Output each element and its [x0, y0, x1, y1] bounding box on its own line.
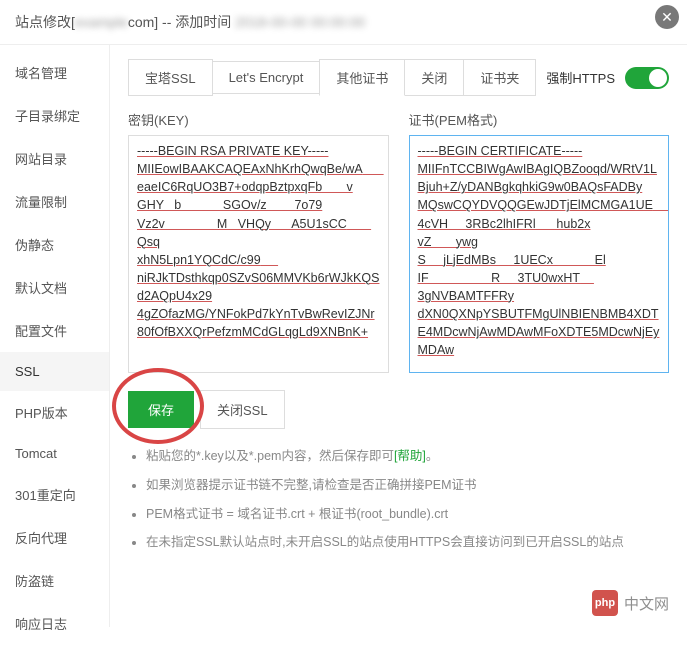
tab-lets-encrypt[interactable]: Let's Encrypt — [212, 61, 321, 94]
tab-bt-ssl[interactable]: 宝塔SSL — [128, 59, 213, 96]
key-column: 密钥(KEY) — [128, 110, 389, 376]
modal-title: 站点修改[examplecom] -- 添加时间 2018-00-00 00:0… — [15, 12, 365, 32]
sidebar-item-proxy[interactable]: 反向代理 — [0, 516, 109, 559]
modal-header: 站点修改[examplecom] -- 添加时间 2018-00-00 00:0… — [0, 0, 687, 45]
force-https-wrap: 强制HTTPS — [546, 67, 669, 89]
cert-input[interactable] — [409, 135, 670, 373]
cert-label: 证书(PEM格式) — [409, 110, 670, 129]
sidebar-item-tomcat[interactable]: Tomcat — [0, 434, 109, 473]
modal-body: 域名管理 子目录绑定 网站目录 流量限制 伪静态 默认文档 配置文件 SSL P… — [0, 45, 687, 627]
tip-1-post: 。 — [426, 449, 439, 463]
tip-4: 在未指定SSL默认站点时,未开启SSL的站点使用HTTPS会直接访问到已开启SS… — [146, 533, 669, 552]
title-suffix: com] -- 添加时间 — [128, 14, 231, 30]
cert-columns: 密钥(KEY) 证书(PEM格式) — [128, 110, 669, 376]
help-link[interactable]: [帮助] — [394, 449, 426, 463]
force-https-label: 强制HTTPS — [546, 68, 615, 87]
close-ssl-button[interactable]: 关闭SSL — [200, 390, 285, 429]
save-button[interactable]: 保存 — [128, 391, 194, 428]
sidebar-item-default-doc[interactable]: 默认文档 — [0, 266, 109, 309]
sidebar-item-301[interactable]: 301重定向 — [0, 473, 109, 516]
tab-other-cert[interactable]: 其他证书 — [319, 59, 405, 96]
sidebar-item-ssl[interactable]: SSL — [0, 352, 109, 391]
sidebar-item-domain[interactable]: 域名管理 — [0, 51, 109, 94]
title-prefix: 站点修改[ — [15, 14, 75, 30]
sidebar-item-log[interactable]: 响应日志 — [0, 602, 109, 645]
sidebar-item-config[interactable]: 配置文件 — [0, 309, 109, 352]
sidebar-item-rewrite[interactable]: 伪静态 — [0, 223, 109, 266]
tip-1: 粘贴您的*.key以及*.pem内容，然后保存即可[帮助]。 — [146, 447, 669, 466]
time-obscured: 2018-00-00 00:00:00 — [231, 14, 365, 30]
key-label: 密钥(KEY) — [128, 110, 389, 129]
ssl-tabs: 宝塔SSL Let's Encrypt 其他证书 关闭 证书夹 强制HTTPS — [128, 59, 669, 96]
sidebar-item-webroot[interactable]: 网站目录 — [0, 137, 109, 180]
key-input[interactable] — [128, 135, 389, 373]
tab-close[interactable]: 关闭 — [404, 59, 464, 96]
sidebar-item-traffic[interactable]: 流量限制 — [0, 180, 109, 223]
tip-1-text: 粘贴您的*.key以及*.pem内容，然后保存即可 — [146, 449, 394, 463]
sidebar-item-php[interactable]: PHP版本 — [0, 391, 109, 434]
tip-2: 如果浏览器提示证书链不完整,请检查是否正确拼接PEM证书 — [146, 476, 669, 495]
domain-obscured: example — [75, 14, 128, 30]
sidebar-item-hotlink[interactable]: 防盗链 — [0, 559, 109, 602]
content-panel: 宝塔SSL Let's Encrypt 其他证书 关闭 证书夹 强制HTTPS … — [110, 45, 687, 627]
button-row: 保存 关闭SSL — [128, 390, 669, 429]
force-https-toggle[interactable] — [625, 67, 669, 89]
close-icon[interactable]: ✕ — [655, 5, 679, 29]
sidebar: 域名管理 子目录绑定 网站目录 流量限制 伪静态 默认文档 配置文件 SSL P… — [0, 45, 110, 627]
cert-column: 证书(PEM格式) — [409, 110, 670, 376]
tips-list: 粘贴您的*.key以及*.pem内容，然后保存即可[帮助]。 如果浏览器提示证书… — [128, 447, 669, 552]
tab-cert-folder[interactable]: 证书夹 — [463, 59, 536, 96]
tip-3: PEM格式证书 = 域名证书.crt + 根证书(root_bundle).cr… — [146, 505, 669, 524]
sidebar-item-subdir[interactable]: 子目录绑定 — [0, 94, 109, 137]
